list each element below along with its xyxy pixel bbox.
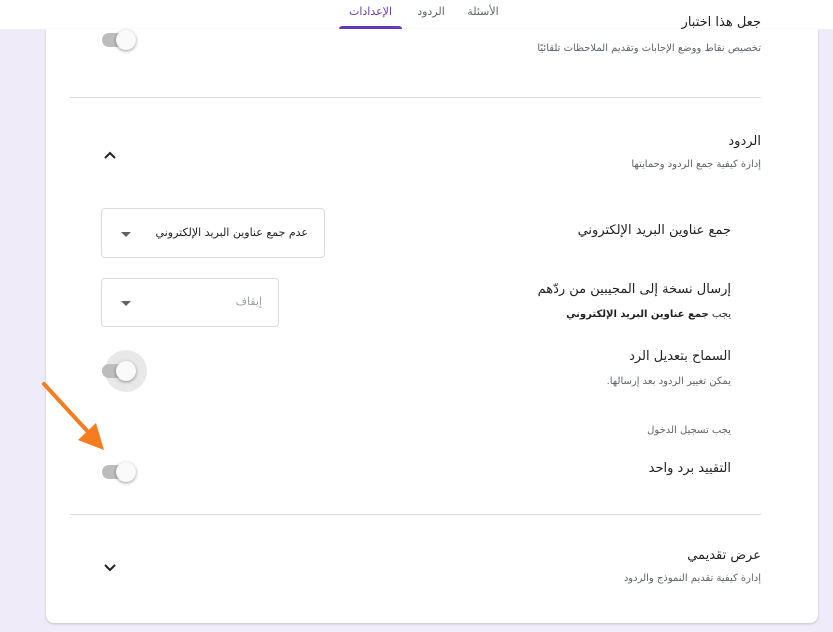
presentation-section-title: عرض تقديمي [687,548,761,563]
collapse-chevron-up-icon[interactable] [102,147,118,163]
tab-settings[interactable]: الإعدادات [339,0,402,29]
send-copy-hint-prefix: يجب [711,309,731,320]
tab-responses[interactable]: الردود [410,0,452,29]
limit-one-response-toggle[interactable] [100,460,140,484]
collect-emails-label: جمع عناوين البريد الإلكتروني [577,223,731,238]
toggle-thumb [116,462,136,482]
collect-emails-value: عدم جمع عناوين البريد الإلكتروني [155,226,308,239]
annotation-arrow-icon [42,382,104,450]
send-copy-dropdown: إيقاف [101,278,279,327]
send-copy-hint-bold: جمع عناوين البريد الإلكتروني [566,309,709,320]
divider [70,97,761,98]
settings-card: جعل هذا اختبار تخصيص نقاط ووضع الإجابات … [46,15,818,623]
allow-edit-description: يمكن تغيير الردود بعد إرسالها. [606,376,731,387]
presentation-section-description: إدارة كيفية تقديم النموذج والردود [623,573,761,584]
requires-signin-note: يجب تسجيل الدخول [647,425,731,436]
tab-questions-label: الأسئلة [467,5,499,18]
toggle-thumb [116,361,136,381]
send-copy-label: إرسال نسخة إلى المجيبين من ردّهم [537,282,731,297]
dropdown-arrow-icon [121,232,131,237]
responses-section-title: الردود [728,134,761,149]
allow-edit-label: السماح بتعديل الرد [629,349,731,364]
send-copy-hint: يجب جمع عناوين البريد الإلكتروني [566,309,731,320]
tab-responses-label: الردود [417,5,445,18]
quiz-title: جعل هذا اختبار [681,15,761,30]
divider [70,514,761,515]
expand-chevron-down-icon[interactable] [102,560,118,576]
quiz-toggle[interactable] [100,28,140,52]
dropdown-arrow-icon [121,301,131,306]
toggle-thumb [116,30,136,50]
responses-section-description: إدارة كيفية جمع الردود وحمايتها [631,159,761,170]
tab-questions[interactable]: الأسئلة [460,0,506,29]
quiz-description: تخصيص نقاط ووضع الإجابات وتقديم الملاحظا… [537,43,761,54]
tab-settings-label: الإعدادات [348,5,393,18]
collect-emails-dropdown[interactable]: عدم جمع عناوين البريد الإلكتروني [101,208,325,258]
send-copy-value: إيقاف [235,295,262,308]
limit-one-response-label: التقييد برد واحد [648,461,731,476]
